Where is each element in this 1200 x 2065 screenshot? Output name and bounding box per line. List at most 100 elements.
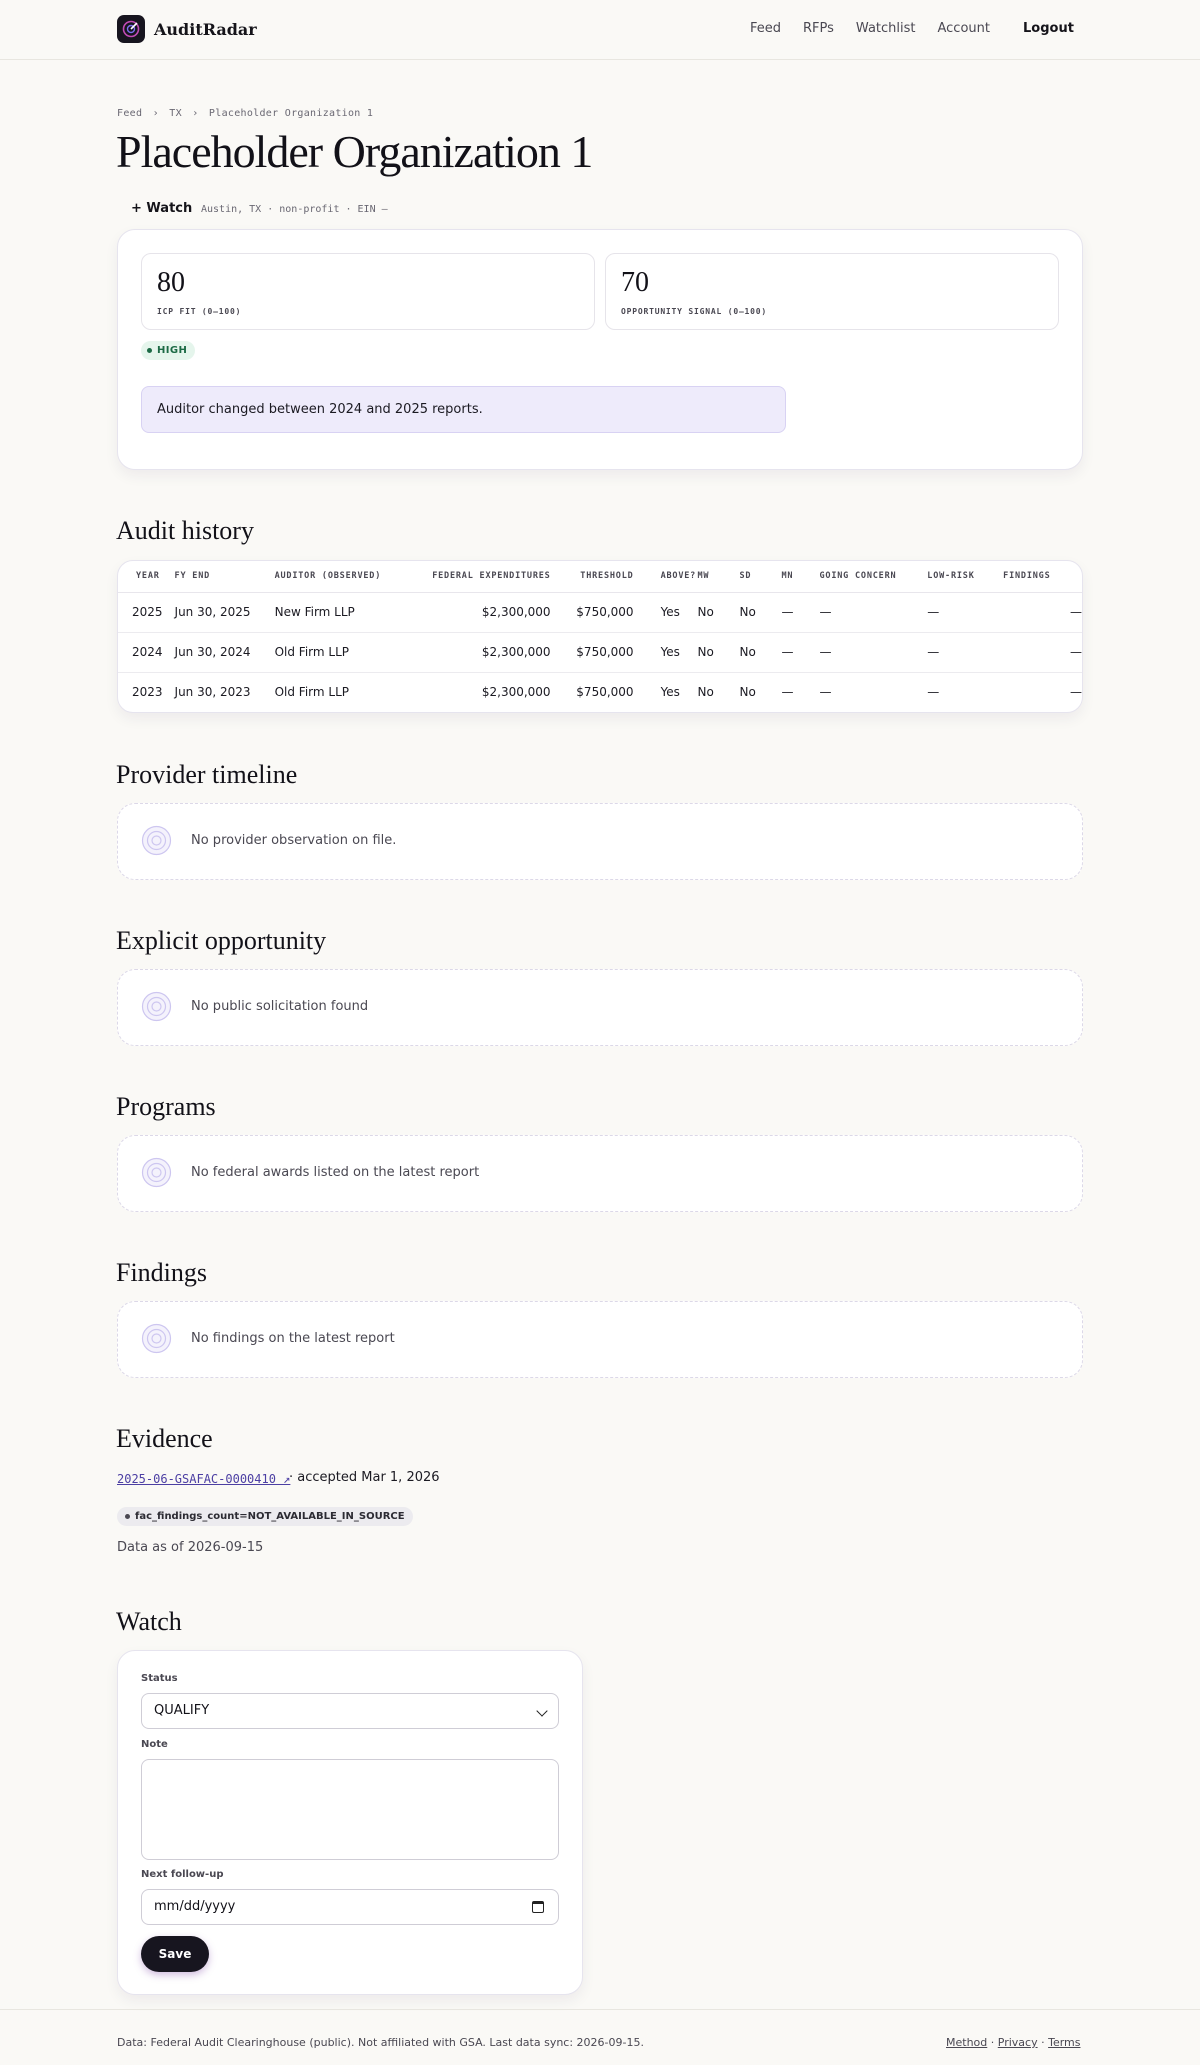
cell-auditor: Old Firm LLP	[274, 685, 350, 700]
col-mn[interactable]: MN	[781, 561, 820, 593]
status-select[interactable]: QUALIFY	[141, 1693, 559, 1729]
cell-year: 2025	[118, 592, 175, 633]
col-findings[interactable]: FINDINGS	[1003, 561, 1082, 593]
cell-mw: No	[697, 632, 740, 673]
nav-feed[interactable]: Feed	[750, 21, 781, 36]
footer-link-privacy[interactable]: Privacy	[998, 2036, 1038, 2049]
organization-meta: Austin, TX · non-profit · EIN —	[201, 204, 388, 215]
logout-button[interactable]: Logout	[1023, 21, 1074, 36]
audit-history-table: YEAR FY END AUDITOR (OBSERVED) FEDERAL E…	[118, 561, 1082, 712]
col-fy-end[interactable]: FY END	[174, 561, 275, 593]
cell-year: 2024	[118, 632, 175, 673]
col-going-concern[interactable]: GOING CONCERN	[819, 561, 928, 593]
cell-federal-expenditures: $2,300,000	[413, 592, 551, 633]
footer-link-terms[interactable]: Terms	[1048, 2036, 1080, 2049]
col-federal-expenditures[interactable]: FEDERAL EXPENDITURES	[413, 561, 551, 593]
auditor-change-alert: Auditor changed between 2024 and 2025 re…	[141, 386, 786, 433]
footer-separator: ·	[1041, 2036, 1045, 2049]
programs-empty-card: No federal awards listed on the latest r…	[117, 1135, 1083, 1212]
breadcrumb: Feed › TX › Placeholder Organization 1	[117, 108, 373, 119]
findings-empty-text: No findings on the latest report	[191, 1331, 395, 1346]
evidence-report-link[interactable]: 2025-06-GSAFAC-0000410 ↗	[117, 1472, 290, 1486]
cell-year: 2023	[132, 685, 163, 700]
calendar-icon[interactable]	[532, 1901, 544, 1913]
main-nav: Feed RFPs Watchlist Account	[750, 21, 1012, 36]
explicit-opportunity-empty-card: No public solicitation found	[117, 969, 1083, 1046]
next-follow-up-date-input[interactable]: mm/dd/yyyy	[141, 1889, 559, 1925]
cell-auditor: Old Firm LLP	[274, 632, 414, 673]
cell-fy-end: Jun 30, 2025	[174, 592, 275, 633]
audit-history-table-card: YEAR FY END AUDITOR (OBSERVED) FEDERAL E…	[117, 560, 1083, 713]
col-year[interactable]: YEAR	[118, 561, 175, 593]
table-row: 2024 Jun 30, 2024 Old Firm LLP $2,300,00…	[118, 632, 1082, 673]
table-row: 2023 Jun 30, 2023 Old Firm LLP $2,300,00…	[118, 672, 1082, 712]
save-button[interactable]: Save	[141, 1936, 209, 1972]
provider-timeline-empty-text: No provider observation on file.	[191, 833, 397, 848]
priority-badge-label: HIGH	[157, 345, 188, 356]
nav-account[interactable]: Account	[938, 21, 991, 36]
cell-fy-end: Jun 30, 2024	[174, 632, 275, 673]
cell-mw: No	[697, 592, 740, 633]
cell-above: Yes	[660, 685, 680, 700]
cell-going-concern: —	[819, 632, 928, 673]
cell-low-risk: —	[927, 592, 1004, 633]
brand[interactable]: AuditRadar	[117, 15, 257, 43]
page-title: Placeholder Organization 1	[116, 126, 593, 177]
col-mw[interactable]: MW	[697, 561, 740, 593]
watch-button[interactable]: + Watch	[131, 201, 192, 216]
data-as-of: Data as of 2026-09-15	[117, 1540, 264, 1555]
evidence-title: Evidence	[116, 1424, 213, 1453]
cell-findings: —	[1003, 592, 1082, 633]
watch-form-card: Status QUALIFY Note Next follow-up mm/dd…	[117, 1650, 583, 1995]
breadcrumb-separator: ›	[192, 108, 199, 119]
footer: Data: Federal Audit Clearinghouse (publi…	[0, 2009, 1200, 2065]
watch-section-title: Watch	[116, 1607, 182, 1636]
note-label: Note	[141, 1739, 168, 1750]
footer-links: Method · Privacy · Terms	[946, 2036, 1081, 2049]
audit-history-title: Audit history	[116, 516, 254, 545]
programs-title: Programs	[116, 1092, 216, 1121]
cell-sd: No	[739, 592, 782, 633]
cell-low-risk: —	[927, 685, 940, 700]
footer-link-method[interactable]: Method	[946, 2036, 987, 2049]
col-low-risk[interactable]: LOW-RISK	[927, 561, 1004, 593]
col-threshold[interactable]: THRESHOLD	[550, 561, 634, 593]
col-above[interactable]: ABOVE?	[633, 561, 698, 593]
evidence-accepted-date: · accepted Mar 1, 2026	[289, 1470, 440, 1485]
radar-rings-icon	[141, 991, 172, 1022]
icp-fit-value: 80	[157, 267, 185, 298]
findings-title: Findings	[116, 1258, 208, 1287]
col-sd[interactable]: SD	[739, 561, 782, 593]
status-dot-icon	[147, 348, 152, 353]
score-card: 80 ICP FIT (0–100) 70 OPPORTUNITY SIGNAL…	[117, 229, 1083, 470]
col-auditor[interactable]: AUDITOR (OBSERVED)	[274, 561, 414, 593]
cell-threshold: $750,000	[550, 592, 634, 633]
cell-threshold: $750,000	[576, 685, 634, 700]
cell-above: Yes	[633, 632, 698, 673]
cell-findings: —	[1070, 685, 1082, 700]
next-follow-up-label: Next follow-up	[141, 1869, 224, 1880]
nav-rfps[interactable]: RFPs	[803, 21, 834, 36]
breadcrumb-state[interactable]: TX	[169, 108, 182, 119]
icp-fit-box: 80 ICP FIT (0–100)	[141, 253, 595, 330]
programs-empty-text: No federal awards listed on the latest r…	[191, 1165, 480, 1180]
breadcrumb-current: Placeholder Organization 1	[208, 108, 374, 119]
cell-auditor: New Firm LLP	[274, 592, 414, 633]
cell-mn: —	[781, 685, 794, 700]
priority-badge: HIGH	[141, 341, 196, 360]
breadcrumb-feed[interactable]: Feed	[117, 108, 142, 119]
nav-watchlist[interactable]: Watchlist	[856, 21, 916, 36]
table-row: 2025 Jun 30, 2025 New Firm LLP $2,300,00…	[118, 592, 1082, 633]
cell-fy-end: Jun 30, 2023	[174, 685, 251, 700]
provider-timeline-title: Provider timeline	[116, 760, 298, 789]
footer-separator: ·	[990, 2036, 995, 2049]
findings-empty-card: No findings on the latest report	[117, 1301, 1083, 1378]
radar-logo-icon	[117, 15, 145, 43]
radar-rings-icon	[141, 1323, 172, 1354]
radar-rings-icon	[141, 1157, 172, 1188]
cell-above: Yes	[633, 592, 698, 633]
cell-mw: No	[697, 685, 714, 700]
cell-federal-expenditures: $2,300,000	[481, 685, 551, 700]
opportunity-signal-label: OPPORTUNITY SIGNAL (0–100)	[621, 307, 768, 316]
note-textarea[interactable]	[141, 1759, 559, 1860]
